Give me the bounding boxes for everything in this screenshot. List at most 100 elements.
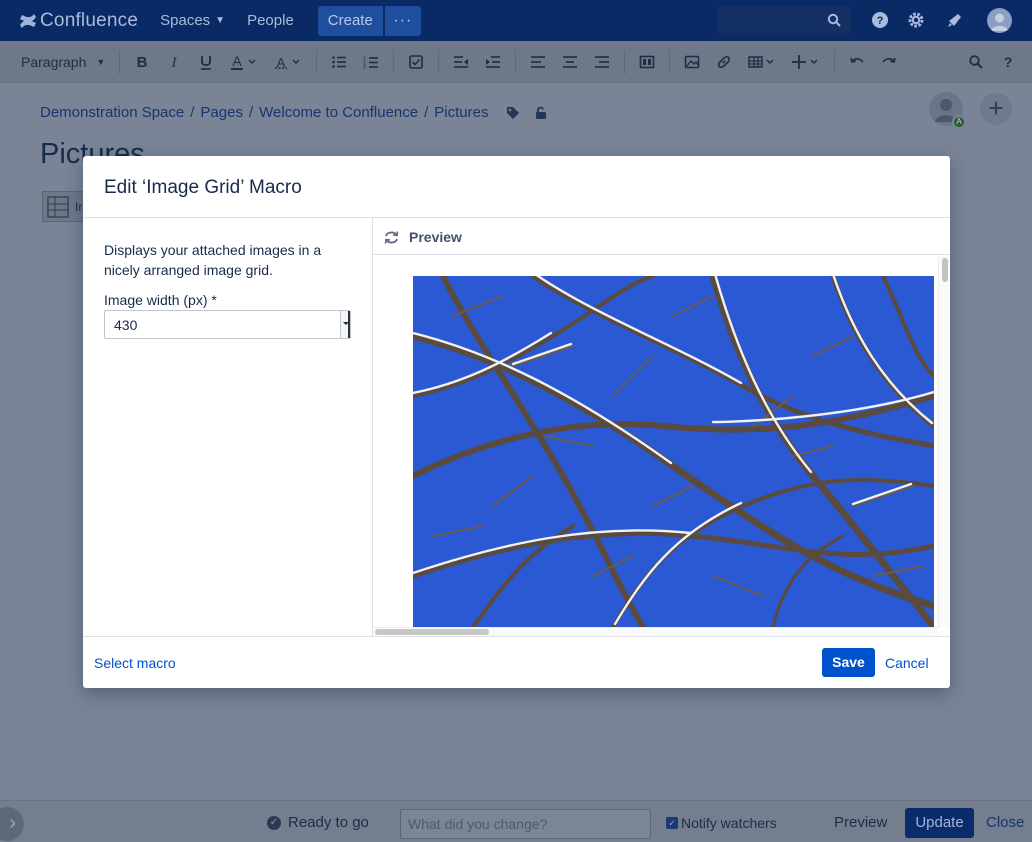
task-list-button[interactable] [400,48,432,76]
image-width-value: 430 [114,317,138,333]
save-status: ✓ Ready to go [267,814,369,831]
search-icon [969,54,983,69]
numbered-list-icon: 123 [363,56,378,70]
image-width-label: Image width (px) * [104,292,217,308]
outdent-button[interactable] [445,48,477,76]
breadcrumb-link-space[interactable]: Demonstration Space [40,104,184,121]
spaces-menu[interactable]: Spaces ▼ [160,12,225,29]
align-right-icon [595,55,609,68]
preview-vertical-scrollbar[interactable] [938,256,950,628]
align-center-button[interactable] [554,48,586,76]
keyboard-help-button[interactable]: ? [992,48,1024,76]
edit-macro-dialog: Edit ‘Image Grid’ Macro Displays your at… [83,156,950,688]
user-avatar[interactable] [987,8,1012,33]
bold-button[interactable]: B [126,48,158,76]
notifications-megaphone-icon[interactable] [946,11,964,29]
refresh-icon[interactable] [383,229,400,246]
editor-toolbar: Paragraph ▼ B I A A 123 ? [0,41,1032,83]
align-left-button[interactable] [522,48,554,76]
create-button[interactable]: Create [317,5,383,36]
editor-avatar[interactable]: A [929,92,966,129]
numbered-list-button[interactable]: 123 [355,48,387,76]
notify-watchers-label: Notify watchers [681,815,777,831]
unlock-icon[interactable] [534,106,548,120]
undo-button[interactable] [841,48,873,76]
formatting-more-button[interactable]: A [266,48,310,76]
breadcrumb-link-pages[interactable]: Pages [200,104,243,121]
paragraph-style-dropdown[interactable]: Paragraph ▼ [21,54,113,70]
image-width-stepper[interactable] [340,311,350,338]
dialog-title: Edit ‘Image Grid’ Macro [104,177,302,198]
save-button[interactable]: Save [822,648,875,677]
close-button[interactable]: Close [986,814,1024,831]
breadcrumb-link-pictures[interactable]: Pictures [434,104,488,121]
preview-horizontal-scrollbar[interactable] [373,627,938,636]
macro-description: Displays your attached images in a nicel… [104,242,322,278]
invite-collaborator-button[interactable]: + [980,93,1012,125]
chevron-down-icon: ▼ [96,56,106,67]
svg-text:I: I [171,55,178,70]
more-create-button[interactable]: ··· [384,5,421,36]
bold-icon: B [137,54,148,70]
checkbox-icon [409,54,423,69]
vertical-scrollbar-thumb[interactable] [942,258,948,282]
toolbar-divider [393,49,394,74]
notify-watchers-checkbox[interactable]: ✓ Notify watchers [666,815,777,831]
svg-text:?: ? [877,15,884,27]
update-button[interactable]: Update [905,808,974,838]
preview-image-tree-branches [413,276,934,627]
italic-button[interactable]: I [158,48,190,76]
breadcrumb-separator: / [190,104,195,121]
bullet-list-button[interactable] [323,48,355,76]
breadcrumb: Demonstration Space / Pages / Welcome to… [40,104,548,121]
svg-text:3: 3 [363,65,366,70]
undo-icon [850,57,864,63]
search-icon [827,13,841,27]
insert-image-button[interactable] [676,48,708,76]
insert-more-button[interactable] [784,48,828,76]
avatar-badge: A [952,115,966,129]
text-color-button[interactable]: A [222,48,266,76]
people-link[interactable]: People [247,12,294,29]
toolbar-divider [316,49,317,74]
toolbar-divider [834,49,835,74]
settings-gear-icon[interactable] [907,11,925,29]
change-comment-input[interactable] [400,809,651,839]
help-icon[interactable]: ? [871,11,889,29]
insert-table-button[interactable] [740,48,784,76]
page-layout-button[interactable] [631,48,663,76]
redo-button[interactable] [873,48,905,76]
people-label: People [247,12,294,29]
italic-icon: I [171,55,178,70]
cancel-button[interactable]: Cancel [885,655,929,671]
find-replace-button[interactable] [960,48,992,76]
logo-text: Confluence [40,9,139,31]
breadcrumb-separator: / [248,104,254,121]
preview-header: Preview [373,218,950,255]
user-silhouette-icon [991,13,1008,31]
breadcrumb-link-welcome[interactable]: Welcome to Confluence [259,104,418,121]
dialog-footer-divider [83,636,950,637]
toolbar-divider [624,49,625,74]
horizontal-scrollbar-thumb[interactable] [375,629,489,635]
search-input[interactable] [717,6,851,35]
preview-button[interactable]: Preview [834,814,887,831]
svg-text:A: A [232,54,242,69]
confluence-logo[interactable]: Confluence [19,10,138,32]
underline-button[interactable] [190,48,222,76]
table-icon [748,55,774,68]
insert-link-button[interactable] [708,48,740,76]
align-right-button[interactable] [586,48,618,76]
preview-label: Preview [409,229,462,245]
label-tag-icon[interactable] [506,106,520,120]
image-grid-icon [47,196,69,218]
toolbar-divider [119,49,120,74]
link-icon [717,55,731,68]
svg-text:A: A [277,55,286,70]
align-center-icon [563,55,577,68]
expand-sidebar-chevron-icon[interactable]: › [0,807,24,841]
checkbox-checked-icon[interactable]: ✓ [666,817,678,829]
image-width-input[interactable]: 430 [104,310,351,339]
select-macro-link[interactable]: Select macro [94,655,176,671]
indent-button[interactable] [477,48,509,76]
